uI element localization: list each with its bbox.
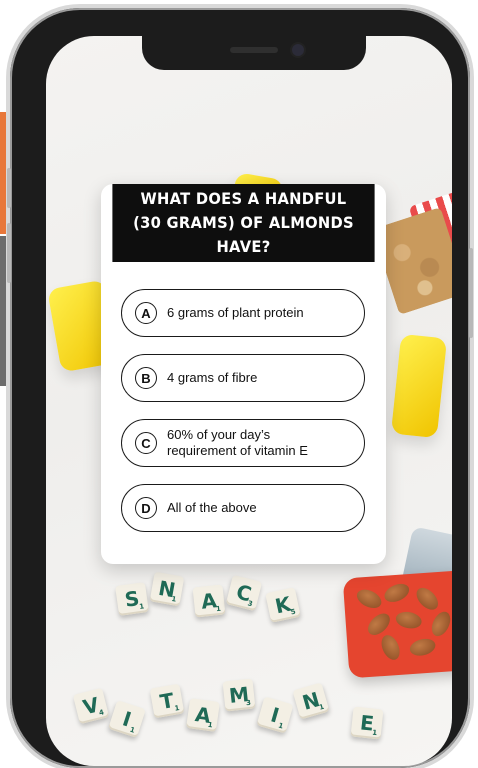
option-letter-d: D [135, 497, 157, 519]
tile-snack-s: S1 [115, 582, 149, 616]
option-letter-b: B [135, 367, 157, 389]
quiz-question: WHAT DOES A HANDFUL (30 GRAMS) OF ALMOND… [112, 184, 375, 262]
option-text-c: 60% of your day’s requirement of vitamin… [167, 427, 308, 458]
option-d-button[interactable]: D All of the above [121, 484, 365, 532]
option-a-button[interactable]: A 6 grams of plant protein [121, 289, 365, 337]
yellow-container-right [390, 333, 448, 439]
tile-vitamin-t: T1 [149, 683, 185, 719]
tile-snack-k: K5 [265, 587, 301, 623]
tile-vitamin-n: N1 [292, 682, 330, 720]
volume-down-button [7, 223, 11, 283]
volume-up-button [7, 168, 11, 208]
tile-vitamin-i2: I1 [256, 696, 294, 734]
option-letter-a: A [135, 302, 157, 324]
tile-vitamin-m: M3 [222, 678, 256, 712]
tile-vitamin-a: A1 [186, 698, 220, 732]
almond-tin-image [342, 569, 452, 679]
phone-notch [142, 36, 366, 70]
speaker-grille [230, 47, 278, 53]
tile-vitamin-e: E1 [350, 706, 384, 740]
tile-snack-a: A1 [192, 584, 226, 618]
tile-snack-n: N1 [149, 571, 185, 607]
option-letter-c: C [135, 432, 157, 454]
option-text-d: All of the above [167, 500, 257, 515]
quiz-card: WHAT DOES A HANDFUL (30 GRAMS) OF ALMOND… [101, 184, 386, 564]
tile-snack-c: C3 [225, 574, 263, 612]
front-camera [292, 44, 304, 56]
tile-vitamin-i: I1 [108, 700, 146, 738]
option-b-button[interactable]: B 4 grams of fibre [121, 354, 365, 402]
power-button [469, 248, 473, 338]
option-c-button[interactable]: C 60% of your day’s requirement of vitam… [121, 419, 365, 467]
option-text-a: 6 grams of plant protein [167, 305, 304, 320]
option-text-b: 4 grams of fibre [167, 370, 258, 385]
tile-vitamin-v: V4 [72, 687, 110, 725]
